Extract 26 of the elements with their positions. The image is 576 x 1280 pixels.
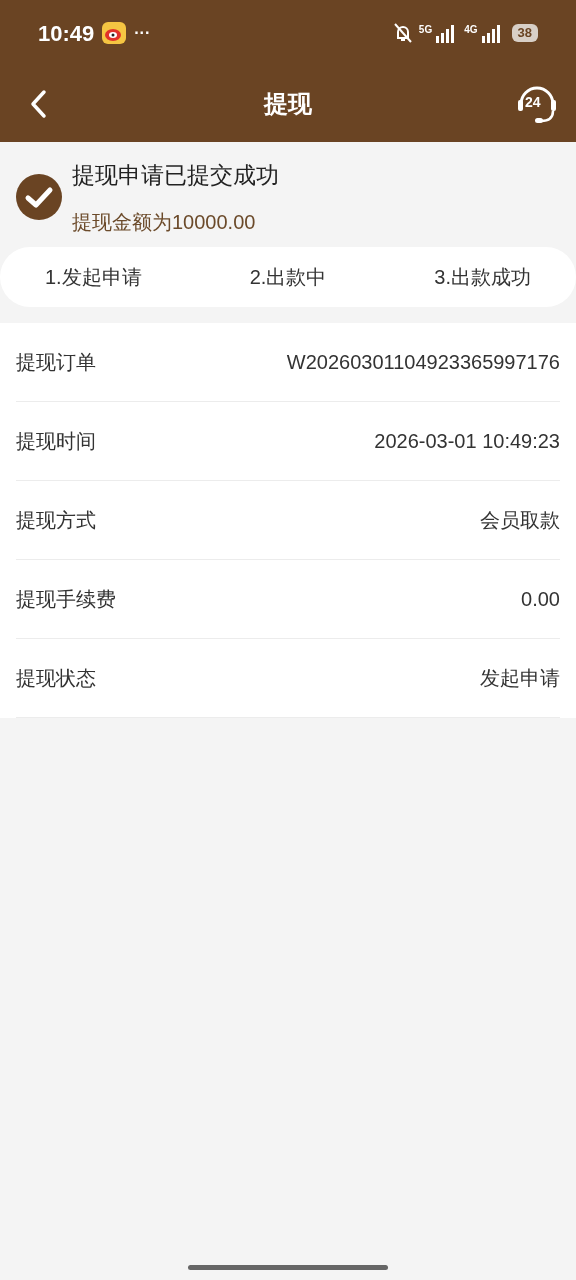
detail-label: 提现时间	[16, 428, 96, 454]
network-type-text: 5G	[418, 23, 433, 37]
detail-value: 发起申请	[480, 665, 560, 691]
detail-value: 会员取款	[480, 507, 560, 533]
status-time: 10:49	[38, 19, 95, 48]
battery-indicator: 38	[511, 24, 538, 42]
detail-value: 2026-03-01 10:49:23	[374, 428, 560, 454]
result-title: 提现申请已提交成功	[72, 161, 279, 190]
detail-label: 提现方式	[16, 507, 96, 533]
detail-value: 0.00	[521, 586, 560, 612]
more-notifications-text: ···	[134, 23, 151, 43]
detail-label: 提现状态	[16, 665, 96, 691]
detail-value: W20260301104923365997176	[286, 349, 560, 375]
detail-label: 提现订单	[16, 349, 96, 375]
network-type-text: 4G	[464, 23, 478, 37]
check-circle-icon	[16, 174, 62, 221]
step-label: 2.出款中	[249, 264, 327, 290]
step-label: 3.出款成功	[434, 264, 531, 290]
customer-support-button[interactable]: 24	[516, 80, 558, 126]
app-notification-icon	[102, 22, 127, 44]
withdrawal-amount: 提现金额为10000.00	[72, 209, 257, 235]
step-label: 1.发起申请	[45, 264, 142, 290]
page-title: 提现	[264, 89, 312, 119]
signal-icon	[436, 23, 457, 43]
signal-icon	[481, 23, 502, 43]
detail-label: 提现手续费	[16, 586, 116, 612]
